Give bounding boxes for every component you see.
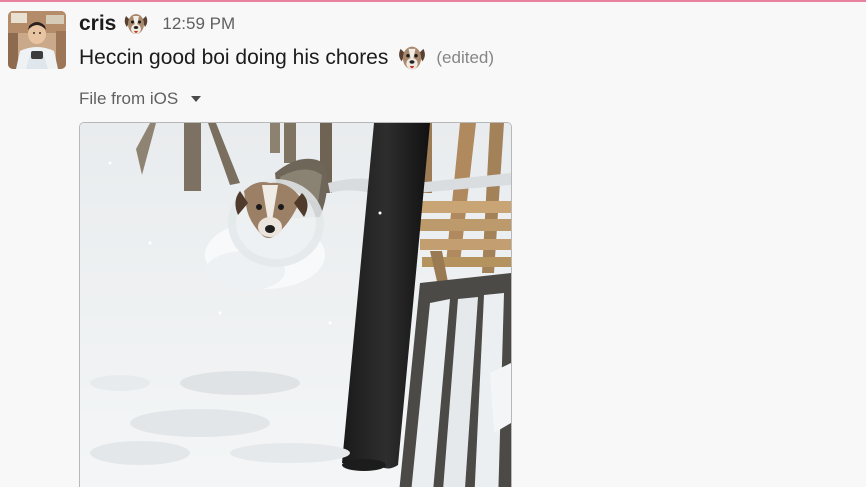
highlight-bar [0, 0, 866, 2]
file-source-label: File from iOS [79, 89, 179, 108]
message-view: cris 12:59 PM Heccin good boi doing his … [0, 0, 866, 487]
message-header: cris 12:59 PM [79, 9, 235, 39]
message-timestamp[interactable]: 12:59 PM [162, 14, 235, 34]
avatar-photo [8, 11, 66, 69]
message-text: Heccin good boi doing his chores [79, 46, 389, 69]
dog-in-snow-photo [80, 123, 511, 487]
file-source-toggle[interactable]: File from iOS [79, 86, 202, 112]
author-name[interactable]: cris [79, 12, 116, 36]
dog-face-icon [122, 10, 150, 38]
caret-down-icon [191, 96, 202, 102]
avatar[interactable] [8, 11, 66, 69]
message-body: Heccin good boi doing his chores (edited… [79, 42, 494, 74]
dog-face-icon [396, 42, 428, 74]
image-attachment[interactable] [79, 122, 512, 487]
edited-label: (edited) [436, 48, 495, 67]
